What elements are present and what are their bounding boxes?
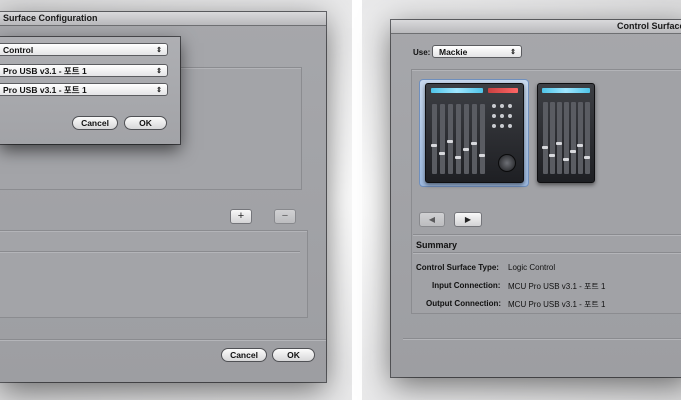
dialog-ok-button[interactable]: OK	[124, 116, 167, 130]
previous-button[interactable]: ◀	[419, 212, 445, 227]
button-cluster	[492, 104, 496, 108]
logic-control-device-image	[425, 83, 524, 183]
channel-strip	[571, 102, 576, 174]
device-display	[488, 88, 518, 93]
fader-cap	[463, 148, 469, 151]
fader-cap	[570, 150, 576, 153]
left-window-title: Surface Configuration	[3, 13, 98, 23]
fader-cap	[584, 156, 590, 159]
channel-strip	[578, 102, 583, 174]
footer-divider	[0, 339, 326, 340]
use-value: Mackie	[439, 47, 468, 57]
details-divider	[0, 251, 300, 252]
channel-strip	[440, 104, 445, 174]
fader-cap	[471, 142, 477, 145]
jog-wheel	[498, 154, 516, 172]
next-button[interactable]: ▶	[454, 212, 482, 227]
left-window: Surface Configuration + − Cancel OK Cont…	[0, 12, 326, 382]
left-titlebar: Surface Configuration	[0, 12, 326, 26]
summary-heading: Summary	[416, 240, 458, 250]
input-connection-value: Pro USB v3.1 - 포트 1	[3, 66, 87, 76]
button-cluster	[492, 114, 496, 118]
surface-type-value: Control	[3, 45, 34, 55]
fader-cap	[577, 144, 583, 147]
add-device-button[interactable]: +	[230, 209, 252, 224]
fader-cap	[556, 142, 562, 145]
channel-strip	[432, 104, 437, 174]
use-label: Use:	[413, 48, 431, 57]
ok-button[interactable]: OK	[272, 348, 315, 362]
fader-cap	[439, 152, 445, 155]
channel-strip	[480, 104, 485, 174]
screenshot-divider	[352, 0, 362, 400]
surface-type-value: Logic Control	[508, 263, 556, 272]
use-popup[interactable]: Mackie ⇕	[432, 45, 522, 58]
popup-arrows-icon: ⇕	[510, 49, 516, 56]
connection-dialog: Control ⇕ Pro USB v3.1 - 포트 1 ⇕ Pro USB …	[0, 37, 180, 144]
summary-top-divider	[413, 234, 681, 235]
button-cluster	[508, 114, 512, 118]
fader-cap	[447, 140, 453, 143]
fader-cap	[549, 154, 555, 157]
channel-strip	[585, 102, 590, 174]
popup-arrows-icon: ⇕	[156, 87, 162, 94]
input-connection-label: Input Connection:	[432, 281, 501, 290]
output-connection-value: MCU Pro USB v3.1 - 포트 1	[508, 300, 606, 309]
channel-strip	[543, 102, 548, 174]
device-display	[542, 88, 590, 93]
channel-strip	[448, 104, 453, 174]
channel-strip	[456, 104, 461, 174]
fader-cap	[542, 146, 548, 149]
surface-type-label: Control Surface Type:	[416, 263, 499, 272]
input-connection-popup[interactable]: Pro USB v3.1 - 포트 1 ⇕	[0, 64, 168, 77]
input-connection-value: MCU Pro USB v3.1 - 포트 1	[508, 282, 606, 291]
remove-device-button[interactable]: −	[274, 209, 296, 224]
channel-strip	[557, 102, 562, 174]
button-cluster	[508, 124, 512, 128]
button-cluster	[492, 124, 496, 128]
right-titlebar: Control Surface	[391, 20, 681, 34]
fader-cap	[479, 154, 485, 157]
fader-cap	[455, 156, 461, 159]
button-cluster	[500, 114, 504, 118]
output-connection-label: Output Connection:	[426, 299, 502, 308]
surface-type-popup[interactable]: Control ⇕	[0, 43, 168, 56]
footer-divider	[403, 338, 681, 339]
fader-cap	[563, 158, 569, 161]
channel-strip	[550, 102, 555, 174]
button-cluster	[500, 104, 504, 108]
output-connection-popup[interactable]: Pro USB v3.1 - 포트 1 ⇕	[0, 83, 168, 96]
right-window: Control Surface Use: Mackie ⇕ ◀ ▶ Summar…	[391, 20, 681, 377]
device-display	[431, 88, 483, 93]
button-cluster	[508, 104, 512, 108]
cancel-button[interactable]: Cancel	[221, 348, 267, 362]
popup-arrows-icon: ⇕	[156, 47, 162, 54]
output-connection-value: Pro USB v3.1 - 포트 1	[3, 85, 87, 95]
channel-strip	[464, 104, 469, 174]
button-cluster	[500, 124, 504, 128]
dialog-cancel-button[interactable]: Cancel	[72, 116, 118, 130]
right-window-title: Control Surface	[617, 21, 681, 31]
extender-device-image	[537, 83, 595, 183]
details-area	[0, 230, 308, 318]
channel-strip	[564, 102, 569, 174]
fader-cap	[431, 144, 437, 147]
popup-arrows-icon: ⇕	[156, 68, 162, 75]
channel-strip	[472, 104, 477, 174]
summary-heading-divider	[413, 252, 681, 253]
